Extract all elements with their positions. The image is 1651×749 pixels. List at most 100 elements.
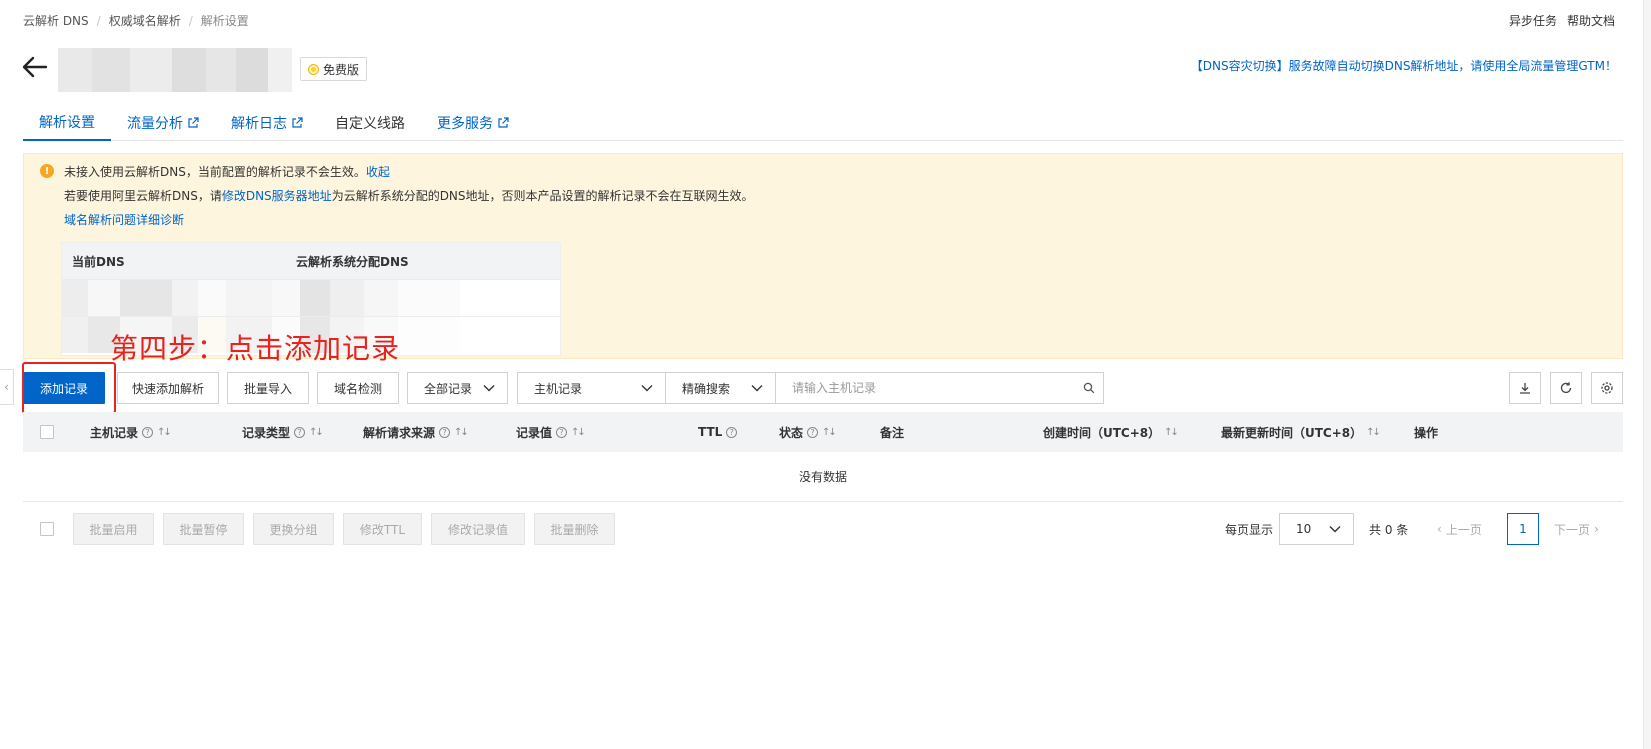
column-ttl[interactable]: TTL? <box>698 412 738 452</box>
help-icon[interactable]: ? <box>294 426 306 438</box>
search-field-value: 主机记录 <box>534 381 583 396</box>
breadcrumb: 云解析 DNS / 权威域名解析 / 解析设置 <box>23 12 249 29</box>
gtm-notice-link[interactable]: 【DNS容灾切换】服务故障自动切换DNS解析地址，请使用全局流量管理GTM！ <box>1191 57 1617 74</box>
footer-select-all-checkbox[interactable] <box>40 522 54 536</box>
match-mode-value: 精确搜索 <box>682 381 731 396</box>
notice-text: 若要使用阿里云解析DNS，请 <box>64 189 222 203</box>
column-actions: 操作 <box>1414 412 1438 452</box>
chevron-down-icon <box>641 385 653 392</box>
total-count: 共 0 条 <box>1369 522 1409 537</box>
column-remark: 备注 <box>880 412 904 452</box>
gear-icon <box>1601 382 1613 394</box>
column-value[interactable]: 记录值? ↑↓ <box>516 412 586 452</box>
batch-delete-button[interactable]: 批量删除 <box>534 513 615 545</box>
batch-import-button[interactable]: 批量导入 <box>227 372 309 404</box>
quick-add-button[interactable]: 快速添加解析 <box>117 372 219 404</box>
plan-badge-label: 免费版 <box>323 62 360 77</box>
next-page-label: 下一页 <box>1554 522 1591 537</box>
external-link-icon <box>188 116 199 128</box>
column-label: 状态 <box>779 425 804 440</box>
help-icon[interactable]: ? <box>807 426 819 438</box>
help-icon[interactable]: ? <box>142 426 154 438</box>
tab-bar: 解析设置 流量分析 解析日志 自定义线路 更多服务 <box>23 104 1623 141</box>
breadcrumb-separator: / <box>188 13 193 28</box>
plan-badge: 免费版 <box>300 57 368 81</box>
page-size-select[interactable]: 10 <box>1279 513 1354 545</box>
host-search-input[interactable] <box>775 372 1075 404</box>
tab-label: 更多服务 <box>437 115 493 132</box>
chevron-down-icon <box>483 385 495 392</box>
chevron-down-icon <box>751 385 763 392</box>
tutorial-step-annotation: 第四步：点击添加记录 <box>110 332 401 365</box>
match-mode-select[interactable]: 精确搜索 <box>665 372 776 404</box>
record-filter-select[interactable]: 全部记录 <box>407 372 508 404</box>
back-arrow-icon[interactable] <box>22 55 48 79</box>
column-label: 主机记录 <box>90 425 139 440</box>
sort-icon[interactable]: ↑↓ <box>309 427 324 438</box>
modify-ttl-button[interactable]: 修改TTL <box>343 513 422 545</box>
next-page-button[interactable]: 下一页 › <box>1554 513 1599 545</box>
column-label: 记录值 <box>516 425 553 440</box>
notice-line-2: 若要使用阿里云解析DNS，请修改DNS服务器地址为云解析系统分配的DNS地址，否… <box>64 187 754 204</box>
modify-value-button[interactable]: 修改记录值 <box>431 513 525 545</box>
settings-button[interactable] <box>1591 372 1623 404</box>
tab-custom-lines[interactable]: 自定义线路 <box>319 104 421 141</box>
tab-label: 流量分析 <box>127 115 183 132</box>
external-link-icon <box>498 116 509 128</box>
help-icon[interactable]: ? <box>556 426 568 438</box>
side-collapse-handle[interactable]: ‹ <box>0 369 14 405</box>
column-host[interactable]: 主机记录? ↑↓ <box>90 412 172 452</box>
column-label: 记录类型 <box>242 425 291 440</box>
modify-dns-link[interactable]: 修改DNS服务器地址 <box>222 189 332 203</box>
column-updated[interactable]: 最新更新时间（UTC+8） ↑↓ <box>1221 412 1381 452</box>
table-header: 主机记录? ↑↓ 记录类型? ↑↓ 解析请求来源? ↑↓ 记录值? ↑↓ TTL? 状态… <box>23 412 1623 452</box>
help-icon[interactable]: ? <box>439 426 451 438</box>
chevron-left-icon: ‹ <box>1437 522 1442 536</box>
empty-state: 没有数据 <box>23 452 1623 502</box>
column-status[interactable]: 状态? ↑↓ <box>779 412 837 452</box>
tab-more-services[interactable]: 更多服务 <box>421 104 525 141</box>
batch-pause-button[interactable]: 批量暂停 <box>163 513 244 545</box>
column-type[interactable]: 记录类型? ↑↓ <box>242 412 324 452</box>
batch-enable-button[interactable]: 批量启用 <box>73 513 154 545</box>
page-scrollbar[interactable] <box>1643 0 1651 749</box>
breadcrumb-item-dns[interactable]: 云解析 DNS <box>23 12 89 29</box>
search-field-select[interactable]: 主机记录 <box>517 372 666 404</box>
sort-icon[interactable]: ↑↓ <box>157 427 172 438</box>
refresh-button[interactable] <box>1550 372 1582 404</box>
column-label: TTL <box>698 425 723 439</box>
page-number-current[interactable]: 1 <box>1507 513 1539 545</box>
collapse-link[interactable]: 收起 <box>366 165 390 179</box>
sort-icon[interactable]: ↑↓ <box>454 427 469 438</box>
breadcrumb-item-current: 解析设置 <box>200 14 249 28</box>
column-label: 操作 <box>1414 425 1439 440</box>
current-dns-header: 当前DNS <box>72 254 125 269</box>
page-size-label: 每页显示 <box>1225 522 1274 537</box>
notice-text: 未接入使用云解析DNS，当前配置的解析记录不会生效。 <box>64 165 366 179</box>
sort-icon[interactable]: ↑↓ <box>822 427 837 438</box>
help-icon[interactable]: ? <box>726 426 738 438</box>
diagnose-link[interactable]: 域名解析问题详细诊断 <box>64 211 184 228</box>
tab-traffic-analysis[interactable]: 流量分析 <box>111 104 215 141</box>
breadcrumb-item-authoritative[interactable]: 权威域名解析 <box>109 12 181 29</box>
tab-resolution-logs[interactable]: 解析日志 <box>215 104 319 141</box>
dns-table-header: 当前DNS 云解析系统分配DNS <box>62 243 560 279</box>
search-button[interactable] <box>1074 372 1104 404</box>
warning-icon: ! <box>40 164 54 178</box>
sort-icon[interactable]: ↑↓ <box>1164 427 1179 438</box>
tab-resolution-settings[interactable]: 解析设置 <box>23 104 111 141</box>
prev-page-button[interactable]: ‹ 上一页 <box>1437 513 1482 545</box>
page-size-value: 10 <box>1296 522 1312 536</box>
column-source[interactable]: 解析请求来源? ↑↓ <box>363 412 469 452</box>
async-tasks-link[interactable]: 异步任务 <box>1509 12 1557 29</box>
domain-detect-button[interactable]: 域名检测 <box>317 372 399 404</box>
sort-icon[interactable]: ↑↓ <box>1366 427 1381 438</box>
record-toolbar: 添加记录 快速添加解析 批量导入 域名检测 全部记录 主机记录 精确搜索 <box>23 372 1623 404</box>
column-created[interactable]: 创建时间（UTC+8） ↑↓ <box>1043 412 1179 452</box>
download-icon <box>1520 383 1530 394</box>
download-button[interactable] <box>1509 372 1541 404</box>
sort-icon[interactable]: ↑↓ <box>571 427 586 438</box>
change-group-button[interactable]: 更换分组 <box>253 513 334 545</box>
help-docs-link[interactable]: 帮助文档 <box>1567 12 1615 29</box>
select-all-checkbox[interactable] <box>40 425 54 439</box>
